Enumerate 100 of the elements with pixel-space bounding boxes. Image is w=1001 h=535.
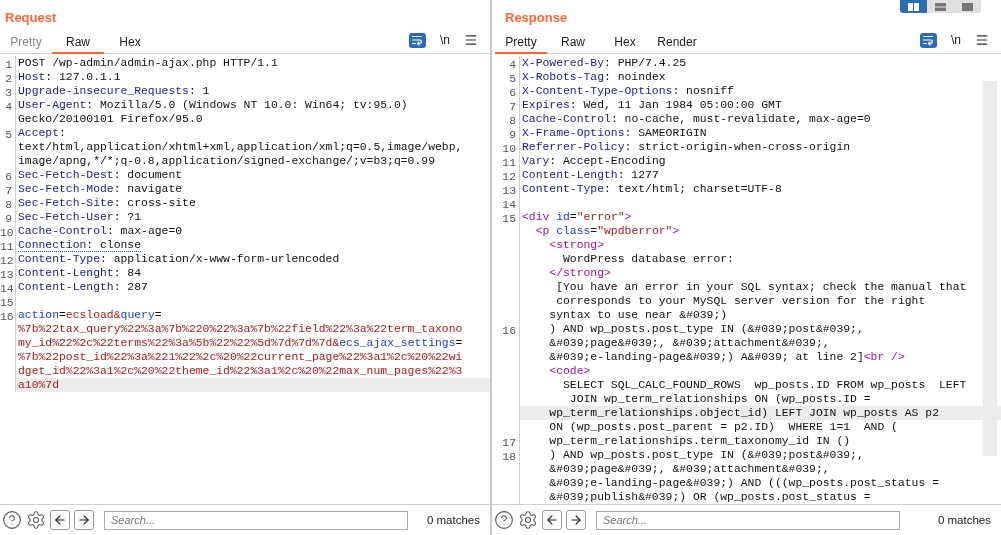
code-line: </strong> — [548, 266, 612, 280]
code-line: Cache-Control: no-cache, must-revalidate, max-age=0 — [521, 112, 872, 126]
code-line: ) AND wp_posts.post_type IN (&#039;post&#039;, — [548, 322, 865, 336]
code-line: SELECT SQL_CALC_FOUND_ROWS wp_posts.ID FROM wp_posts LEFT — [562, 378, 968, 392]
panel-title: Request — [5, 10, 57, 25]
code-line: Content-Type: text/html; charset=UTF-8 — [521, 182, 783, 196]
line-number: 15 — [502, 213, 516, 225]
back-button[interactable] — [542, 510, 562, 530]
tab[interactable]: Hex — [599, 27, 651, 54]
code-line: JOIN wp_term_relationships ON (wp_posts.ID = — [568, 392, 872, 406]
line-number: 10 — [502, 143, 516, 155]
newline-toggle[interactable]: \n — [436, 33, 454, 47]
columns-icon — [908, 2, 919, 11]
line-number: 11 — [502, 157, 516, 169]
code-line: Gecko/20100101 Firefox/95.0 — [17, 112, 204, 126]
code-line: X-Frame-Options: SAMEORIGIN — [521, 126, 708, 140]
help-icon[interactable] — [2, 510, 22, 530]
forward-button[interactable] — [566, 510, 586, 530]
code-line: image/apng,*/*;q-0.8,application/signed-exchange/;v=b3;q=0.99 — [17, 154, 436, 168]
code-line: POST /wp-admin/admin-ajax.php HTTP/1.1 — [17, 56, 279, 70]
code-line: X-Robots-Tag: noindex — [521, 70, 667, 84]
code-line: %7b%22tax_query%22%3a%7b%220%22%3a%7b%22field%22%3a%22term_taxono — [17, 322, 464, 336]
tab[interactable]: Hex — [104, 27, 156, 54]
back-button[interactable] — [50, 510, 70, 530]
code-line: X-Content-Type-Options: nosniff — [521, 84, 735, 98]
code-line: Content-Length: 1277 — [521, 168, 660, 182]
line-number: 12 — [0, 255, 14, 267]
code-line: syntax to use near &#039;) — [548, 308, 729, 322]
wrap-button[interactable] — [920, 32, 937, 48]
tab[interactable]: Render — [651, 27, 703, 54]
line-number: 10 — [0, 227, 14, 239]
code-line: &#039;publish&#039;) OR (wp_posts.post_status = — [548, 490, 872, 504]
code-line: my_id%22%2c%22terms%22%3a%5b%22%22%5d%7d%7d%7d&ecs_ajax_settings= — [17, 336, 464, 350]
line-number: 3 — [5, 87, 12, 99]
code-line: Content-Type: application/x-www-form-urlencoded — [17, 252, 341, 266]
line-number: 13 — [0, 269, 14, 281]
wrap-button[interactable] — [409, 32, 426, 48]
forward-button[interactable] — [74, 510, 94, 530]
line-number: 9 — [5, 213, 12, 225]
line-number: 4 — [509, 59, 516, 71]
layout-button[interactable] — [954, 0, 981, 13]
newline-toggle[interactable]: \n — [947, 33, 965, 47]
code-line: User-Agent: Mozilla/5.0 (Windows NT 10.0: Win64; tv:95.0) — [17, 98, 409, 112]
line-number: 2 — [5, 73, 12, 85]
line-number: 6 — [5, 171, 12, 183]
line-number: 7 — [5, 185, 12, 197]
code-line: dget_id%22%3a1%2c%20%22theme_id%22%3a1%2c%20%22max_num_pages%22%3 — [17, 364, 464, 378]
code-line: Content-Length: 287 — [17, 280, 149, 294]
menu-icon[interactable] — [975, 33, 989, 47]
code-line: Sec-Fetch-Site: cross-site — [17, 196, 197, 210]
tab[interactable]: Raw — [52, 27, 104, 54]
code-line: Vary: Accept-Encoding — [521, 154, 667, 168]
code-line: action=ecsload&query= — [17, 308, 163, 322]
line-number: 18 — [502, 451, 516, 463]
code-line: corresponds to your MySQL server version for the right — [555, 294, 927, 308]
code-line: X-Powered-By: PHP/7.4.25 — [521, 56, 688, 70]
menu-icon[interactable] — [464, 33, 478, 47]
line-number: 13 — [502, 185, 516, 197]
code-line: wp_term_relationships.term_taxonomy_id IN () — [548, 434, 852, 448]
search-field[interactable]: Search... — [596, 510, 900, 530]
code-line: Upgrade-insecure_Requests: 1 — [17, 84, 211, 98]
match-count: 0 matches — [426, 514, 481, 526]
code-line: WordPress database error: — [562, 252, 735, 266]
code-line: Referrer-Policy: strict-origin-when-cross-origin — [521, 140, 852, 154]
code-line: Connection: clonse — [17, 238, 143, 252]
code-line: Cache-Control: max-age=0 — [17, 224, 184, 238]
line-number: 14 — [0, 283, 14, 295]
line-number: 6 — [509, 87, 516, 99]
code-line: <code> — [548, 364, 592, 378]
code-line: &#039;e-landing-page&#039;) AND (((wp_posts.post_status = — [548, 476, 940, 490]
layout-button[interactable] — [900, 0, 927, 13]
line-number: 11 — [0, 241, 14, 253]
code-line: &#039;page&#039;, &#039;attachment&#039;, — [548, 336, 831, 350]
panel-title: Response — [505, 10, 568, 25]
match-count: 0 matches — [937, 514, 992, 526]
settings-icon[interactable] — [518, 510, 538, 530]
code-line: Sec-Fetch-User: ?1 — [17, 210, 143, 224]
line-number: 1 — [5, 59, 12, 71]
line-number: 14 — [502, 199, 516, 211]
help-icon[interactable] — [494, 510, 514, 530]
search-field[interactable]: Search... — [104, 510, 408, 530]
layout-button[interactable] — [927, 0, 954, 13]
code-line: text/html,application/xhtml+xml,application/xml;q=0.5,image/webp, — [17, 140, 464, 154]
line-number: 5 — [509, 73, 516, 85]
tab[interactable]: Raw — [547, 27, 599, 54]
code-line: ON (wp_posts.post_parent = p2.ID) WHERE 1=1 AND ( — [548, 420, 899, 434]
line-number: 17 — [502, 437, 516, 449]
square-icon — [962, 2, 973, 11]
settings-icon[interactable] — [26, 510, 46, 530]
code-line: [You have an error in your SQL syntax; check the manual that — [555, 280, 968, 294]
line-number: 8 — [5, 199, 12, 211]
code-line: Expires: Wed, 11 Jan 1984 05:00:00 GMT — [521, 98, 783, 112]
line-number: 8 — [509, 115, 516, 127]
code-line: <div id="error"> — [521, 210, 633, 224]
code-line: ) AND wp_posts.post_type IN (&#039;post&#039;, — [548, 448, 865, 462]
line-number: 15 — [0, 297, 14, 309]
code-line: Host: 127.0.1.1 — [17, 70, 122, 84]
line-number: 4 — [5, 101, 12, 113]
code-line: %7b%22post_id%22%3a%221%22%2c%20%22current_page%22%3a1%2c%20%22wi — [17, 350, 464, 364]
tab[interactable]: Pretty — [495, 27, 547, 54]
